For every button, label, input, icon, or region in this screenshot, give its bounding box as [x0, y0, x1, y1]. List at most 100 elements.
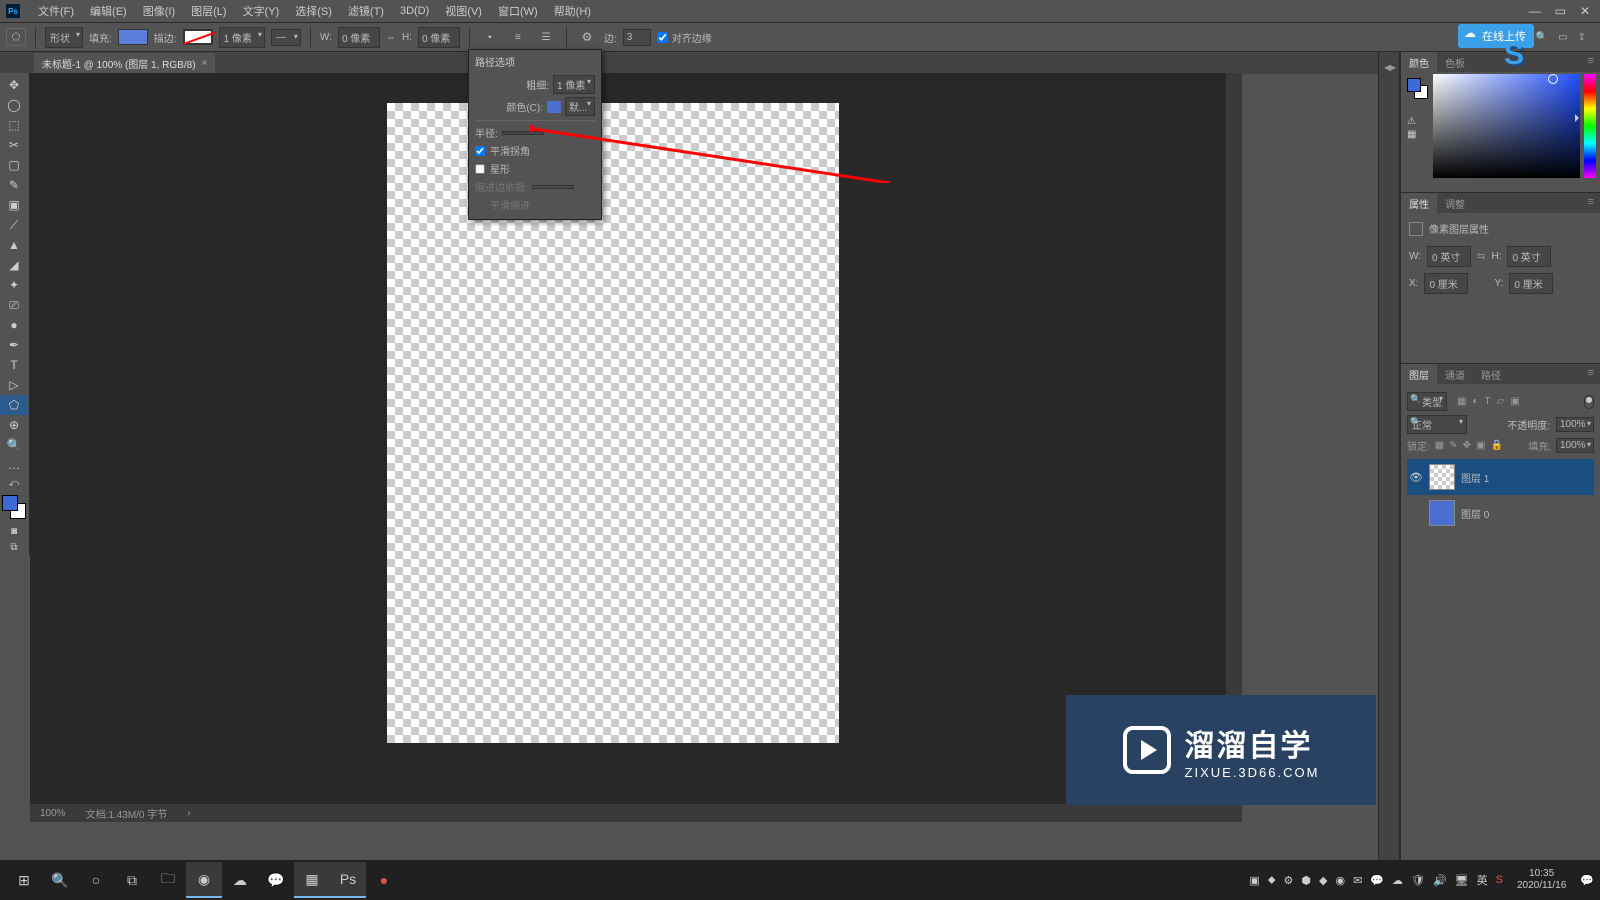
canvas-area[interactable]	[30, 73, 1242, 804]
notifications-icon[interactable]: 💬	[1580, 874, 1594, 887]
lock-artboard-icon[interactable]: ▣	[1476, 440, 1485, 451]
record-icon[interactable]: ●	[366, 862, 402, 898]
stroke-width-field[interactable]: 1 像素	[219, 27, 265, 48]
menu-filter[interactable]: 滤镜(T)	[340, 3, 392, 19]
prop-h-field[interactable]: 0 英寸	[1507, 246, 1551, 267]
tray-icon[interactable]: ▣	[1249, 874, 1259, 887]
ime-indicator[interactable]: 英	[1477, 872, 1488, 888]
tray-icon[interactable]: ⬢	[1301, 874, 1311, 887]
tray-icon[interactable]: ⚙	[1284, 874, 1294, 887]
thickness-field[interactable]: 1 像素	[553, 75, 595, 94]
stroke-style-dropdown[interactable]: —	[271, 29, 301, 46]
hand-tool[interactable]: ⊕	[0, 415, 28, 435]
star-input[interactable]	[475, 164, 485, 174]
pen-tool[interactable]: ✒	[0, 335, 28, 355]
lock-pos-icon[interactable]: ✥	[1463, 440, 1471, 451]
edit-toolbar[interactable]: …	[0, 455, 28, 475]
clock[interactable]: 10:35 2020/11/16	[1511, 868, 1572, 892]
tab-paths[interactable]: 路径	[1473, 364, 1509, 384]
taskview-icon[interactable]: ⧉	[114, 862, 150, 898]
tray-icon[interactable]: ◆	[1319, 874, 1327, 887]
filter-type-icon[interactable]: T	[1485, 396, 1491, 407]
tray-icon[interactable]: 🛡	[1411, 874, 1425, 887]
color-panel-fgbg[interactable]	[1407, 78, 1429, 100]
menu-edit[interactable]: 编辑(E)	[82, 3, 135, 19]
dock-expand-icon[interactable]: ◂▸	[1380, 56, 1400, 78]
search-button[interactable]: 🔍	[42, 862, 78, 898]
radius-field[interactable]	[502, 131, 544, 135]
align-icon[interactable]: ≡	[507, 27, 529, 47]
swap-colors-icon[interactable]: ⤺	[0, 475, 28, 491]
fill-opacity-field[interactable]: 100%	[1556, 438, 1594, 453]
tray-icon[interactable]: ✉	[1353, 874, 1362, 887]
saturation-box[interactable]	[1433, 74, 1580, 178]
layers-panel-menu-icon[interactable]: ≡	[1582, 364, 1600, 384]
websafe-icon[interactable]: ▦	[1407, 129, 1416, 140]
tray-icon[interactable]: S	[1496, 874, 1503, 886]
lock-all-icon[interactable]: 🔒	[1490, 440, 1502, 451]
star-checkbox[interactable]: 星形	[475, 161, 595, 176]
height-field[interactable]: 0 像素	[418, 27, 460, 48]
tab-properties[interactable]: 属性	[1401, 193, 1437, 213]
link-wh-prop-icon[interactable]: ⇆	[1477, 251, 1485, 262]
share-icon[interactable]: ⇪	[1578, 32, 1586, 43]
sides-field[interactable]: 3	[623, 29, 651, 46]
move-tool[interactable]: ✥	[0, 75, 28, 95]
align-edges-input[interactable]	[657, 32, 668, 43]
opacity-field[interactable]: 100%	[1556, 417, 1594, 432]
doc-info-chevron-icon[interactable]: ›	[187, 808, 190, 819]
crop-tool[interactable]: ▢	[0, 155, 28, 175]
close-icon[interactable]: ✕	[1580, 4, 1590, 18]
smooth-corners-input[interactable]	[475, 146, 485, 156]
history-brush-tool[interactable]: ◢	[0, 255, 28, 275]
minimize-icon[interactable]: —	[1529, 4, 1541, 18]
maximize-icon[interactable]: ▭	[1555, 4, 1566, 18]
link-wh-icon[interactable]: ⇔	[386, 32, 396, 43]
color-panel-menu-icon[interactable]: ≡	[1582, 52, 1600, 72]
fill-swatch[interactable]	[118, 29, 148, 45]
visibility-icon[interactable]: 👁	[1409, 471, 1423, 484]
explorer-icon[interactable]: 🗀	[150, 862, 186, 898]
tab-color[interactable]: 颜色	[1401, 52, 1437, 72]
tray-icon[interactable]: ☁	[1392, 874, 1403, 887]
layer-item[interactable]: 👁 图层 1	[1407, 459, 1594, 495]
prop-w-field[interactable]: 0 英寸	[1427, 246, 1471, 267]
tool-indicator-icon[interactable]: ⬠	[6, 28, 26, 46]
workspace-icon[interactable]: ▭	[1558, 32, 1567, 43]
menu-image[interactable]: 图像(I)	[135, 3, 183, 19]
tab-close-icon[interactable]: ×	[202, 58, 208, 69]
filter-adjust-icon[interactable]: ◐	[1472, 396, 1478, 407]
menu-file[interactable]: 文件(F)	[30, 3, 82, 19]
menu-help[interactable]: 帮助(H)	[546, 3, 599, 19]
menu-window[interactable]: 窗口(W)	[490, 3, 546, 19]
smooth-corners-checkbox[interactable]: 平滑拐角	[475, 143, 595, 158]
tab-swatches[interactable]: 色板	[1437, 52, 1473, 72]
marquee-tool[interactable]: ◯	[0, 95, 28, 115]
brush-tool[interactable]: ⟋	[0, 215, 28, 235]
lasso-tool[interactable]: ⬚	[0, 115, 28, 135]
tray-icon[interactable]: 🔊	[1433, 874, 1447, 887]
eraser-tool[interactable]: ✦	[0, 275, 28, 295]
photoshop-taskbar-icon[interactable]: Ps	[330, 862, 366, 898]
menu-select[interactable]: 选择(S)	[287, 3, 340, 19]
quick-mask-icon[interactable]: ◙	[0, 523, 28, 539]
tab-layers[interactable]: 图层	[1401, 364, 1437, 384]
blur-tool[interactable]: ●	[0, 315, 28, 335]
tab-adjustments[interactable]: 调整	[1437, 193, 1473, 213]
align-edges-checkbox[interactable]: 对齐边缘	[657, 30, 712, 45]
wechat-icon[interactable]: 💬	[258, 862, 294, 898]
shape-mode-dropdown[interactable]: 形状	[45, 27, 83, 48]
props-panel-menu-icon[interactable]: ≡	[1582, 193, 1600, 213]
prop-y-field[interactable]: 0 厘米	[1509, 273, 1553, 294]
shape-tool[interactable]: ⬠	[0, 395, 28, 415]
filter-toggle[interactable]	[1584, 395, 1594, 409]
tray-icon[interactable]: 💬	[1370, 874, 1384, 887]
app1-icon[interactable]: ▦	[294, 862, 330, 898]
tray-icon[interactable]: ◉	[1335, 874, 1345, 887]
tab-channels[interactable]: 通道	[1437, 364, 1473, 384]
lock-trans-icon[interactable]: ▦	[1435, 440, 1444, 451]
browser-icon[interactable]: ◉	[186, 862, 222, 898]
prop-x-field[interactable]: 0 厘米	[1424, 273, 1468, 294]
menu-3d[interactable]: 3D(D)	[392, 5, 437, 17]
menu-type[interactable]: 文字(Y)	[235, 3, 288, 19]
